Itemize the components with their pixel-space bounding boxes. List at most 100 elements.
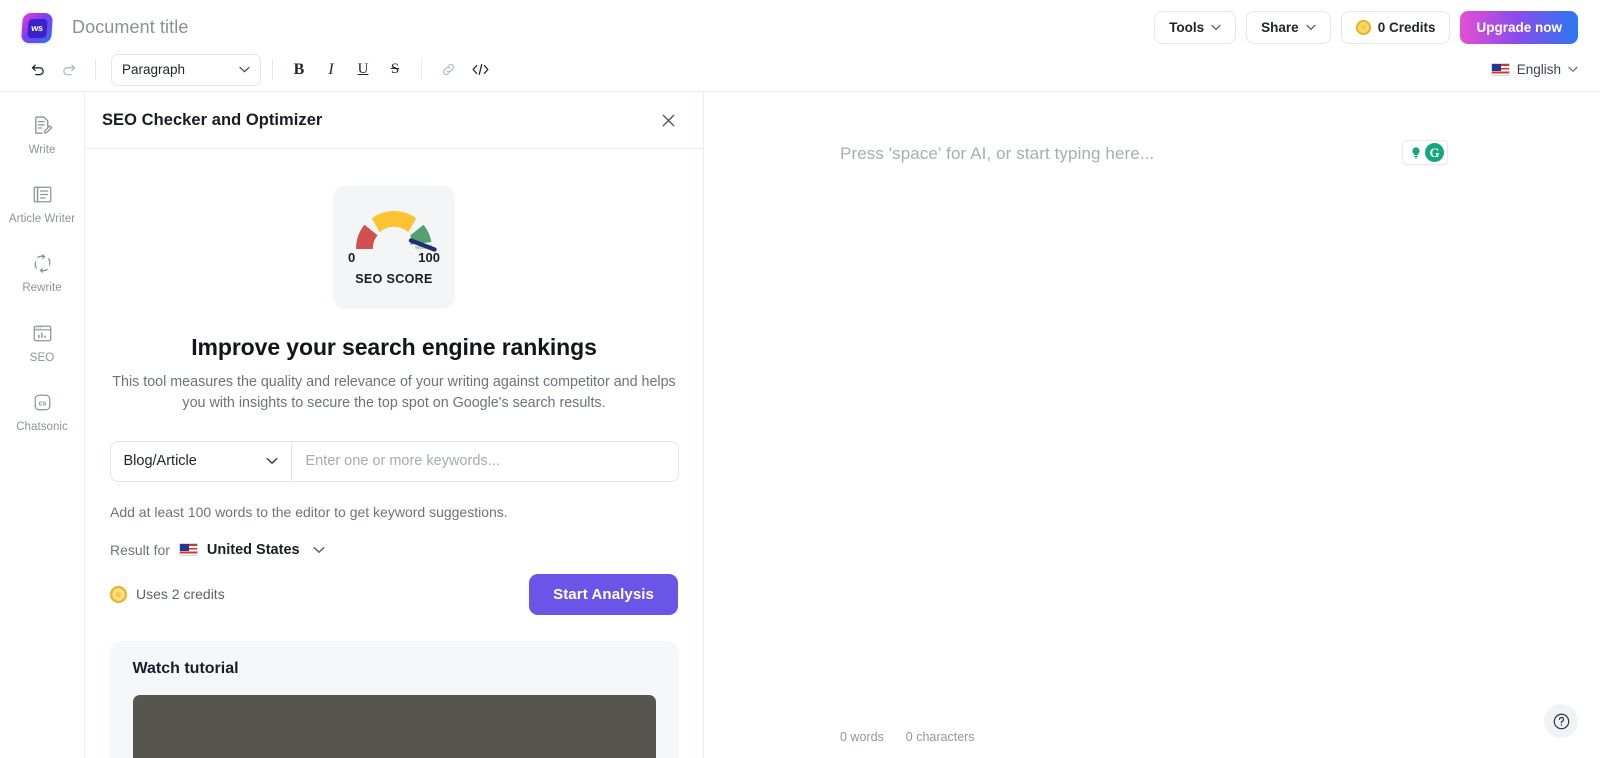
code-block-button[interactable] [465, 55, 495, 85]
credits-button[interactable]: 0 Credits [1340, 11, 1451, 44]
seo-panel-body: 0 100 SEO SCORE Improve your search engi… [85, 149, 703, 758]
editor-status-bar: 0 words 0 characters [840, 730, 975, 744]
share-button[interactable]: Share [1246, 11, 1331, 44]
coin-icon [110, 585, 127, 603]
close-icon[interactable] [655, 107, 681, 133]
keyword-entry-row: Blog/Article [109, 440, 679, 482]
help-button[interactable] [1544, 704, 1578, 738]
gauge-scale: 0 100 [344, 250, 444, 265]
character-count: 0 characters [905, 730, 975, 744]
tools-button[interactable]: Tools [1154, 11, 1237, 44]
format-toolbar: Paragraph B I U S English [0, 48, 1600, 92]
lightbulb-icon [1406, 143, 1425, 162]
tutorial-video-thumbnail[interactable] [132, 694, 656, 758]
grammarly-logo-icon: G [1425, 143, 1444, 162]
toolbar-divider [421, 59, 422, 80]
gauge-max-label: 100 [418, 250, 440, 265]
keywords-input[interactable] [291, 441, 678, 481]
strikethrough-icon: S [390, 61, 400, 77]
article-writer-icon [30, 182, 55, 207]
question-mark-icon [1553, 713, 1569, 729]
result-for-label: Result for [110, 541, 170, 558]
insert-link-button[interactable] [433, 55, 463, 85]
italic-icon: I [328, 60, 334, 78]
content-type-value: Blog/Article [123, 453, 197, 470]
grammarly-widget[interactable]: G [1402, 140, 1448, 165]
watch-tutorial-title: Watch tutorial [132, 659, 239, 677]
undo-button[interactable] [22, 55, 52, 85]
underline-button[interactable]: U [348, 55, 378, 85]
content-type-select[interactable]: Blog/Article [111, 441, 292, 481]
toolbar-divider [272, 59, 273, 80]
gauge-arc-graphic [355, 211, 437, 252]
svg-text:cs: cs [38, 399, 46, 407]
sidebar-item-article-writer[interactable]: Article Writer [8, 179, 76, 230]
seo-icon [30, 321, 55, 346]
language-selector[interactable]: English [1490, 62, 1600, 77]
chevron-down-icon [266, 458, 277, 465]
share-label: Share [1261, 20, 1299, 35]
upgrade-now-button[interactable]: Upgrade now [1460, 11, 1578, 44]
logo-mark: ws [26, 18, 48, 37]
sidebar-item-label: SEO [29, 351, 55, 364]
write-icon [30, 113, 55, 138]
language-label: English [1516, 62, 1561, 77]
sidebar-item-label: Rewrite [22, 282, 62, 295]
sidebar-item-write[interactable]: Write [8, 110, 76, 161]
top-bar-actions: Tools Share 0 Credits Upgrade now [1154, 11, 1600, 44]
redo-button[interactable] [54, 55, 84, 85]
sidebar-item-rewrite[interactable]: Rewrite [8, 248, 76, 299]
credits-cost-label: Uses 2 credits [136, 586, 225, 603]
seo-panel-title: SEO Checker and Optimizer [102, 110, 323, 129]
gauge-min-label: 0 [348, 250, 356, 265]
selected-country: United States [206, 541, 300, 558]
redo-icon [62, 64, 75, 76]
sidebar-item-label: Article Writer [8, 213, 76, 226]
seo-heading: Improve your search engine rankings [191, 334, 597, 360]
sidebar-item-label: Write [28, 144, 56, 156]
keyword-hint: Add at least 100 words to the editor to … [110, 503, 508, 520]
bold-icon: B [293, 60, 305, 78]
sidebar-item-seo[interactable]: SEO [8, 318, 76, 369]
underline-icon: U [357, 61, 369, 77]
undo-icon [31, 64, 44, 76]
chevron-down-icon [1211, 24, 1221, 31]
paragraph-style-select[interactable]: Paragraph [111, 53, 261, 86]
tools-label: Tools [1169, 20, 1205, 35]
top-bar: ws Document title Tools Share 0 Credits … [0, 0, 1600, 55]
credits-and-action-row: Uses 2 credits Start Analysis [110, 573, 678, 615]
gauge-caption: SEO SCORE [355, 272, 433, 286]
seo-panel-header: SEO Checker and Optimizer [85, 92, 703, 149]
italic-button[interactable]: I [316, 55, 346, 85]
link-icon [442, 63, 454, 76]
chevron-down-icon [1568, 66, 1578, 73]
chevron-down-icon [1306, 24, 1316, 31]
code-icon [472, 64, 488, 75]
document-editor[interactable]: Press 'space' for AI, or start typing he… [704, 92, 1600, 758]
strikethrough-button[interactable]: S [380, 55, 410, 85]
seo-score-gauge: 0 100 SEO SCORE [333, 185, 455, 309]
chevron-down-icon [313, 546, 325, 553]
word-count: 0 words [840, 730, 884, 744]
start-analysis-button[interactable]: Start Analysis [529, 573, 678, 615]
country-selector[interactable]: Result for United States [110, 542, 325, 558]
chevron-down-icon [239, 66, 250, 73]
coin-icon [1355, 20, 1371, 35]
us-flag-icon [1490, 63, 1510, 76]
rewrite-icon [30, 251, 55, 276]
chatsonic-icon: cs [30, 390, 55, 415]
toolbar-divider [95, 59, 96, 80]
seo-checker-panel: SEO Checker and Optimizer 0 100 SEO SCOR… [85, 92, 704, 758]
watch-tutorial-card[interactable]: Watch tutorial [109, 640, 679, 758]
sidebar-item-chatsonic[interactable]: cs Chatsonic [8, 387, 76, 438]
sidebar-item-label: Chatsonic [16, 420, 68, 433]
brand-area: ws Document title [0, 12, 188, 43]
paragraph-style-value: Paragraph [122, 62, 186, 77]
bold-button[interactable]: B [284, 55, 314, 85]
document-title[interactable]: Document title [72, 17, 188, 38]
format-toolbar-left: Paragraph B I U S [0, 53, 495, 86]
editor-placeholder: Press 'space' for AI, or start typing he… [840, 144, 1155, 163]
writesonic-logo-icon[interactable]: ws [20, 12, 54, 43]
left-sidebar: Write Article Writer Rewrite SEO cs Chat… [0, 92, 85, 758]
seo-description: This tool measures the quality and relev… [112, 374, 676, 412]
